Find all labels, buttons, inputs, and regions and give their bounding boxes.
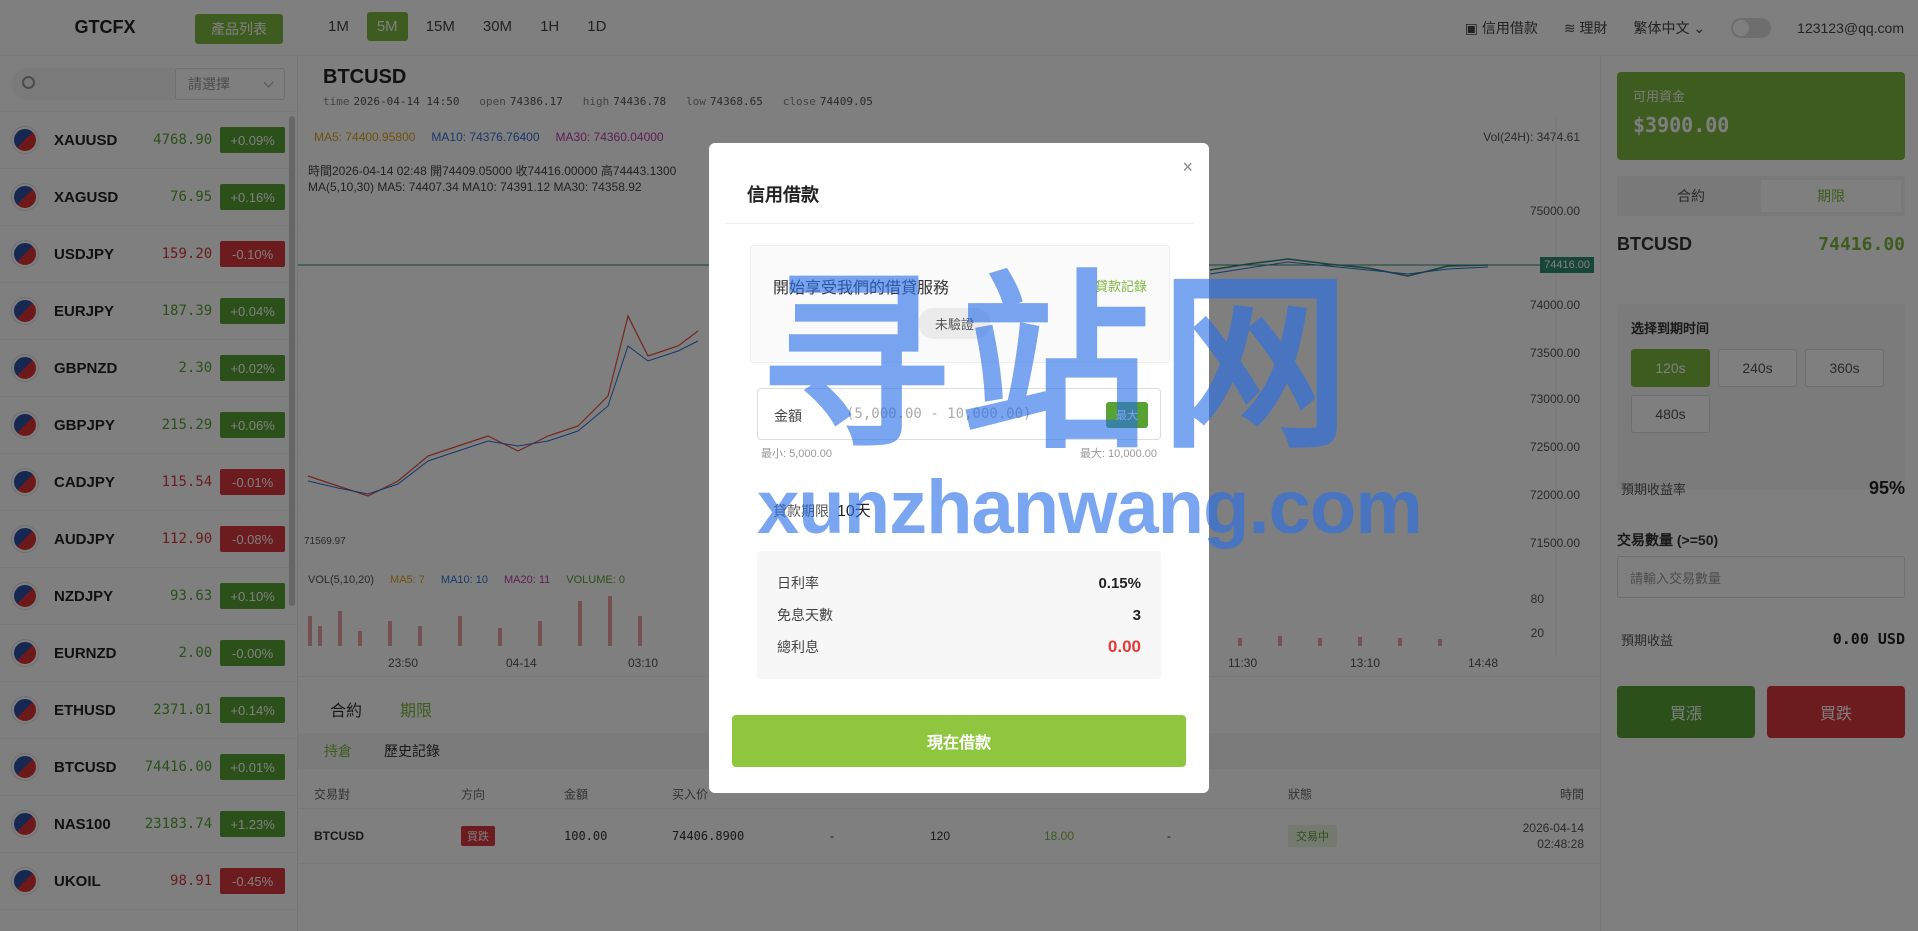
loan-rates-box: 日利率 0.15% 免息天數 3 總利息 0.00 (757, 551, 1161, 679)
total-interest-value: 0.00 (1107, 637, 1141, 656)
daily-rate-label: 日利率 (777, 575, 819, 591)
borrow-now-button[interactable]: 現在借款 (732, 715, 1186, 767)
total-interest-label: 總利息 (777, 639, 819, 655)
watermark-url: xunzhanwang.com (757, 465, 1423, 550)
close-icon[interactable]: × (1182, 157, 1193, 178)
daily-rate-value: 0.15% (1098, 574, 1141, 592)
free-days-value: 3 (1132, 606, 1141, 624)
total-interest-row: 總利息 0.00 (777, 631, 1141, 663)
free-days-label: 免息天數 (777, 607, 833, 623)
daily-rate-row: 日利率 0.15% (777, 567, 1141, 599)
dialog-title: 信用借款 (747, 185, 819, 205)
free-days-row: 免息天數 3 (777, 599, 1141, 631)
watermark-logo: 寻站网 (760, 259, 1361, 471)
divider (725, 223, 1193, 224)
